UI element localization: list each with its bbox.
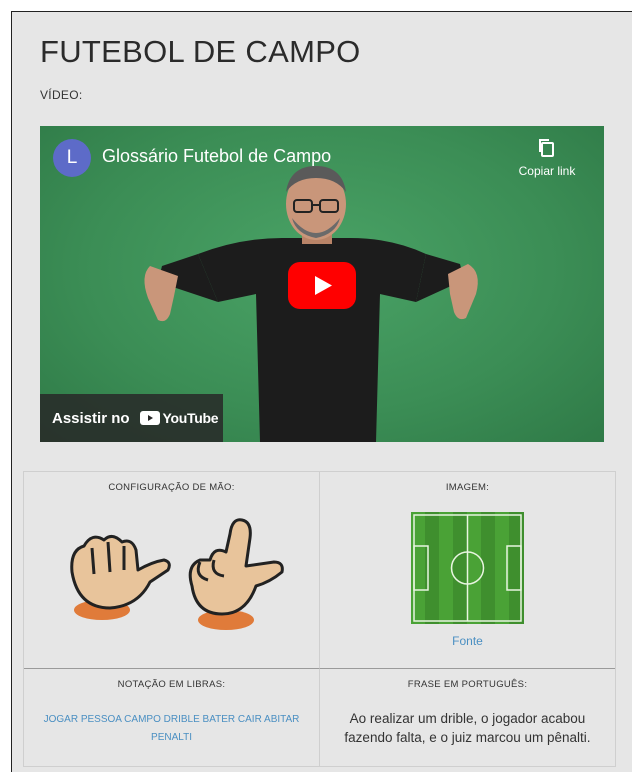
channel-avatar[interactable]: L — [53, 139, 91, 177]
details-table: CONFIGURAÇÃO DE MÃO: IMAGEM: Fonte NOTAÇ… — [23, 471, 616, 767]
hand-configuration-cell: CONFIGURAÇÃO DE MÃO: — [24, 472, 320, 668]
libras-notation-label: NOTAÇÃO EM LIBRAS: — [117, 679, 226, 690]
page-title: FUTEBOL DE CAMPO — [40, 34, 361, 69]
copy-icon — [539, 139, 554, 157]
youtube-logo: YouTube — [139, 410, 219, 426]
libras-notation-link[interactable]: JOGAR PESSOA CAMPO DRIBLE BATER CAIR ABI… — [38, 711, 305, 747]
copy-link-label: Copiar link — [518, 164, 576, 178]
youtube-video-player[interactable]: L Glossário Futebol de Campo Copiar link… — [40, 126, 604, 442]
youtube-play-icon — [139, 411, 160, 425]
youtube-wordmark: YouTube — [162, 410, 219, 426]
image-source-link[interactable]: Fonte — [320, 634, 615, 648]
image-cell: IMAGEM: Fonte — [320, 472, 615, 668]
portuguese-phrase-cell: FRASE EM PORTUGUÊS: Ao realizar um dribl… — [320, 668, 615, 766]
video-title[interactable]: Glossário Futebol de Campo — [102, 146, 331, 167]
libras-notation-cell: NOTAÇÃO EM LIBRAS: JOGAR PESSOA CAMPO DR… — [24, 668, 320, 766]
video-section-label: VÍDEO: — [40, 88, 83, 102]
portuguese-phrase-label: FRASE EM PORTUGUÊS: — [407, 679, 528, 690]
play-button-icon[interactable] — [288, 262, 356, 309]
watch-on-label: Assistir no — [52, 409, 130, 427]
hand-configuration-image — [70, 518, 284, 630]
hand-config-label: CONFIGURAÇÃO DE MÃO: — [108, 482, 235, 493]
image-label: IMAGEM: — [445, 482, 490, 493]
football-field-image[interactable] — [411, 512, 524, 624]
portuguese-phrase-text: Ao realizar um drible, o jogador acabou … — [344, 711, 591, 745]
copy-link-button[interactable]: Copiar link — [512, 138, 582, 180]
watch-on-youtube-button[interactable]: Assistir no YouTube — [40, 394, 223, 442]
page-container: FUTEBOL DE CAMPO VÍDEO: L Glossário Fute… — [11, 11, 632, 772]
